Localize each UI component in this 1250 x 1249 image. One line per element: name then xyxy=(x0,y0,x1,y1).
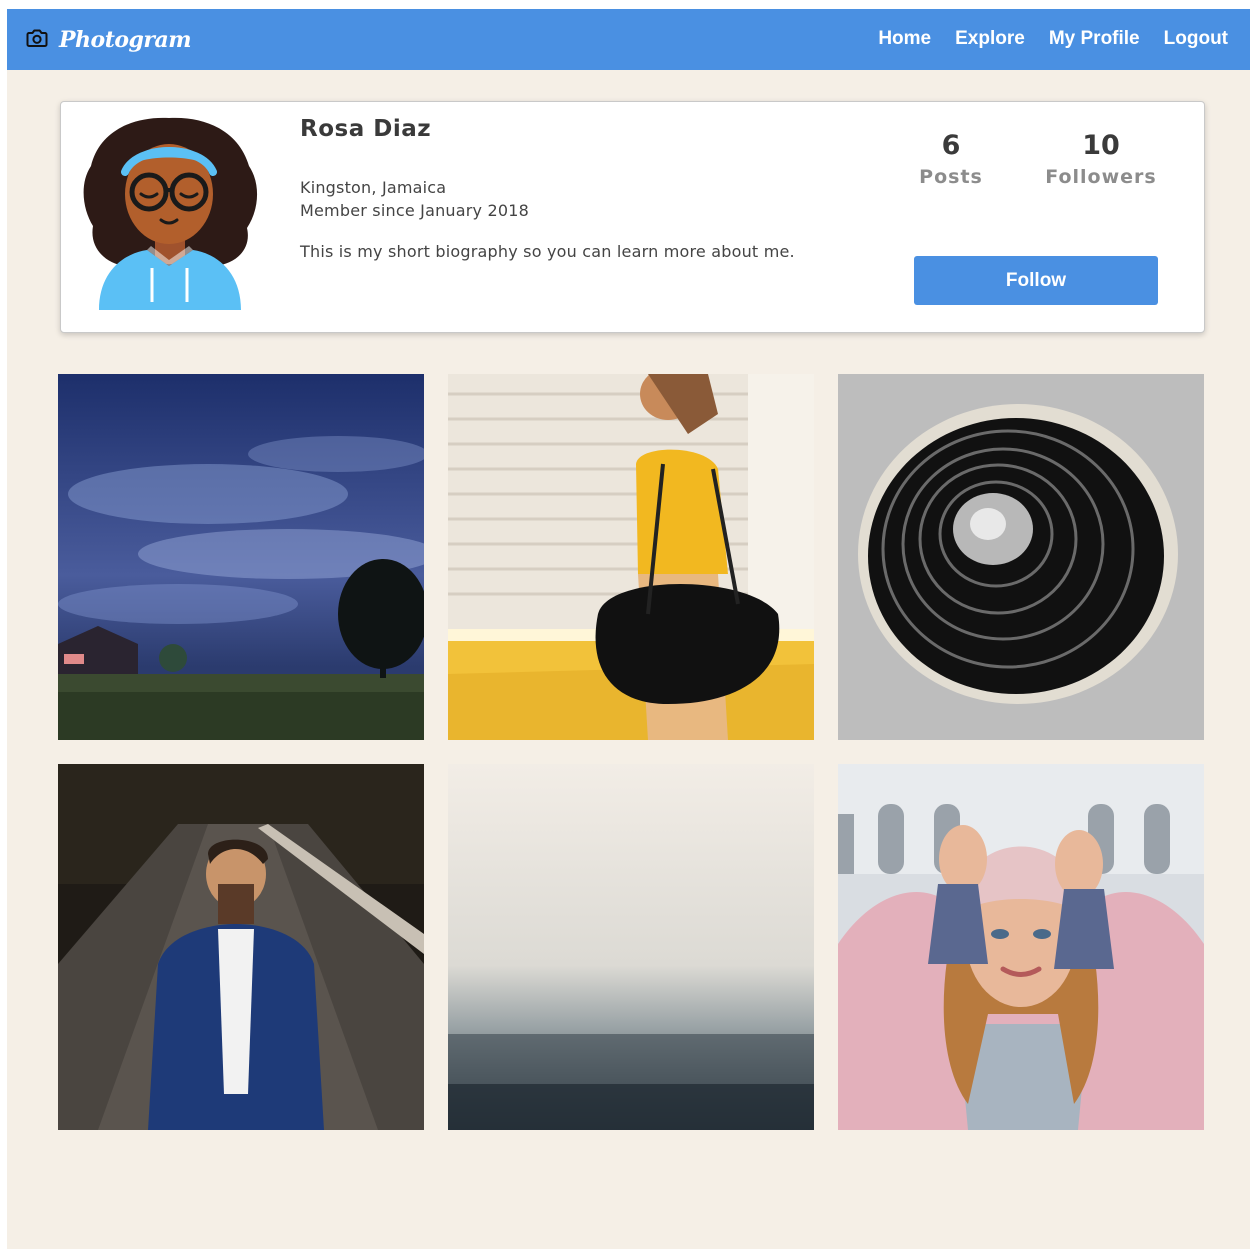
followers-stat[interactable]: 10 Followers xyxy=(1036,128,1166,190)
photo-tile[interactable] xyxy=(58,764,424,1130)
profile-location: Kingston, Jamaica xyxy=(300,178,447,197)
profile-name: Rosa Diaz xyxy=(300,116,432,142)
posts-label: Posts xyxy=(919,166,983,188)
profile-card: Rosa Diaz Kingston, Jamaica Member since… xyxy=(60,101,1205,333)
profile-member-since: Member since January 2018 xyxy=(300,201,530,220)
photo-tile[interactable] xyxy=(448,374,814,740)
photo-tile[interactable] xyxy=(448,764,814,1130)
followers-label: Followers xyxy=(1045,166,1157,188)
brand[interactable]: Photogram xyxy=(25,26,192,54)
posts-stat: 6 Posts xyxy=(901,128,1001,190)
profile-meta: Kingston, Jamaica Member since January 2… xyxy=(300,176,529,222)
photo-tile[interactable] xyxy=(58,374,424,740)
nav-links: Home Explore My Profile Logout xyxy=(878,28,1228,50)
page-frame: Photogram Home Explore My Profile Logout xyxy=(7,9,1250,1249)
photo-tile[interactable] xyxy=(838,764,1204,1130)
posts-count: 6 xyxy=(941,130,961,161)
navbar: Photogram Home Explore My Profile Logout xyxy=(7,9,1250,70)
follow-button[interactable]: Follow xyxy=(914,256,1158,305)
brand-name: Photogram xyxy=(59,27,192,53)
nav-explore-link[interactable]: Explore xyxy=(955,28,1025,50)
nav-my-profile-link[interactable]: My Profile xyxy=(1049,28,1140,50)
avatar xyxy=(77,114,262,310)
photo-tile[interactable] xyxy=(838,374,1204,740)
followers-count: 10 xyxy=(1082,130,1120,161)
nav-home-link[interactable]: Home xyxy=(878,28,931,50)
nav-logout-link[interactable]: Logout xyxy=(1164,28,1228,50)
profile-bio: This is my short biography so you can le… xyxy=(300,242,795,261)
camera-icon xyxy=(25,26,49,54)
